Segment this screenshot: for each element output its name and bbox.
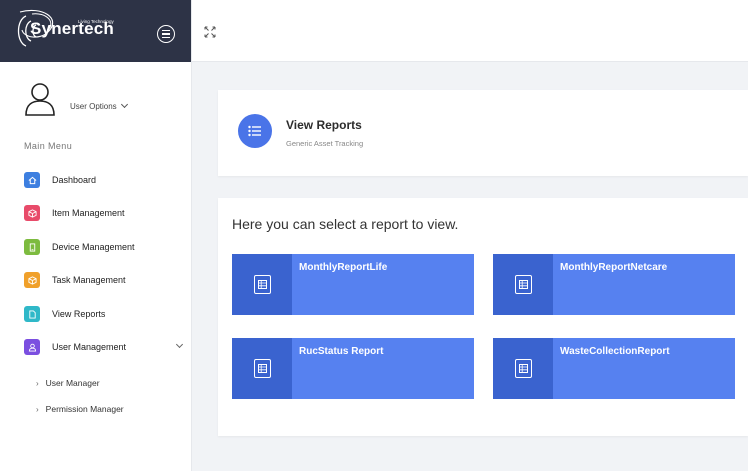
report-tile-monthly-report-life[interactable]: MonthlyReportLife bbox=[232, 254, 474, 315]
page-title: View Reports bbox=[286, 118, 362, 132]
user-options-label: User Options bbox=[70, 102, 117, 111]
cube-icon bbox=[24, 205, 40, 221]
report-document-icon bbox=[253, 275, 271, 294]
user-icon bbox=[24, 339, 40, 355]
sidebar-item-user-management[interactable]: User Management bbox=[24, 336, 192, 358]
page-subtitle: Generic Asset Tracking bbox=[286, 139, 364, 148]
sidebar-item-task-management[interactable]: Task Management bbox=[24, 269, 192, 291]
chevron-down-icon bbox=[175, 340, 184, 349]
document-icon bbox=[24, 306, 40, 322]
reports-card: Here you can select a report to view. Mo… bbox=[218, 198, 748, 436]
report-tile-monthly-report-netcare[interactable]: MonthlyReportNetcare bbox=[493, 254, 735, 315]
sidebar-item-dashboard[interactable]: Dashboard bbox=[24, 169, 192, 191]
report-document-icon bbox=[514, 359, 532, 378]
report-tile-icon-area bbox=[493, 254, 553, 315]
sidebar-item-device-management[interactable]: Device Management bbox=[24, 236, 192, 258]
chevron-right-icon: › bbox=[36, 405, 39, 414]
user-avatar-icon bbox=[25, 83, 55, 116]
user-panel: User Options bbox=[20, 82, 185, 122]
brand-bar: Synertech Living Technology bbox=[0, 0, 191, 62]
sidebar-subitem-permission-manager[interactable]: › Permission Manager bbox=[36, 404, 124, 414]
menu-header: Main Menu bbox=[24, 141, 73, 151]
sidebar-subitem-label: User Manager bbox=[45, 378, 100, 388]
sidebar-item-item-management[interactable]: Item Management bbox=[24, 202, 192, 224]
report-tile-icon-area bbox=[232, 254, 292, 315]
sidebar-item-label: Item Management bbox=[52, 208, 125, 218]
brand-tagline: Living Technology bbox=[78, 19, 114, 24]
device-icon bbox=[24, 239, 40, 255]
fullscreen-icon[interactable] bbox=[204, 26, 216, 38]
report-tile-label: MonthlyReportNetcare bbox=[560, 262, 668, 273]
chevron-down-icon bbox=[120, 100, 128, 109]
sidebar-subitem-user-manager[interactable]: › User Manager bbox=[36, 378, 100, 388]
chevron-right-icon: › bbox=[36, 379, 39, 388]
page-header-card: View Reports Generic Asset Tracking bbox=[218, 90, 748, 176]
report-document-icon bbox=[514, 275, 532, 294]
sidebar-subitem-label: Permission Manager bbox=[45, 404, 124, 414]
report-tile-waste-collection-report[interactable]: WasteCollectionReport bbox=[493, 338, 735, 399]
box-icon bbox=[24, 272, 40, 288]
sidebar-item-label: Dashboard bbox=[52, 175, 97, 185]
sidebar: Synertech Living Technology User Options… bbox=[0, 0, 192, 471]
report-tile-label: RucStatus Report bbox=[299, 346, 384, 357]
list-icon bbox=[238, 114, 272, 148]
sidebar-item-label: Device Management bbox=[52, 242, 135, 252]
user-options-dropdown[interactable]: User Options bbox=[70, 100, 128, 111]
sidebar-item-label: Task Management bbox=[52, 275, 126, 285]
report-tile-rucstatus-report[interactable]: RucStatus Report bbox=[232, 338, 474, 399]
report-tile-icon-area bbox=[232, 338, 292, 399]
menu-toggle-button[interactable] bbox=[157, 25, 175, 43]
report-document-icon bbox=[253, 359, 271, 378]
sidebar-item-label: User Management bbox=[52, 342, 127, 352]
report-tile-label: WasteCollectionReport bbox=[560, 346, 670, 357]
sidebar-item-view-reports[interactable]: View Reports bbox=[24, 303, 192, 325]
sidebar-item-label: View Reports bbox=[52, 309, 106, 319]
report-tile-icon-area bbox=[493, 338, 553, 399]
home-icon bbox=[24, 172, 40, 188]
report-tile-label: MonthlyReportLife bbox=[299, 262, 388, 273]
top-bar bbox=[192, 0, 748, 62]
reports-heading: Here you can select a report to view. bbox=[232, 216, 459, 232]
